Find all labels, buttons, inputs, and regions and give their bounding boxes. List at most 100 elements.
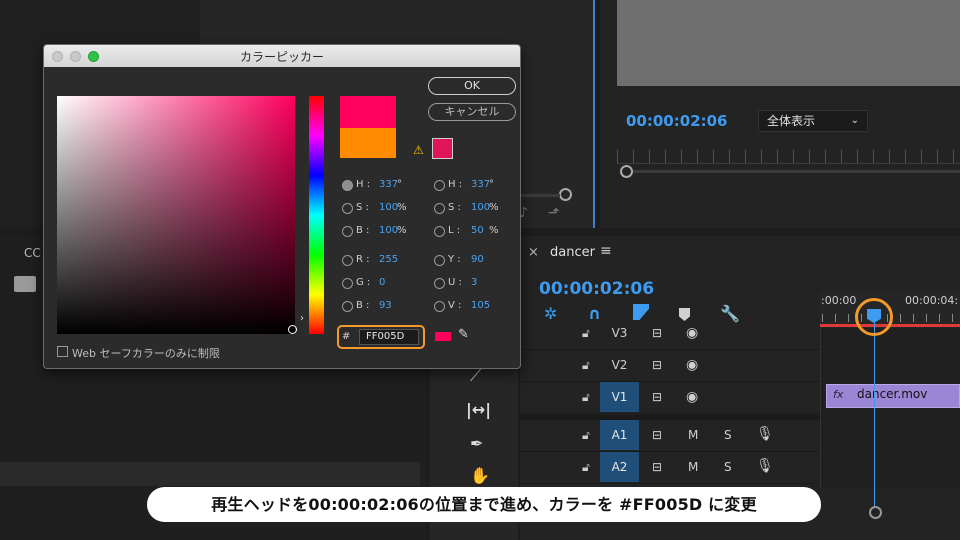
field-hsb-b[interactable]: 100 <box>379 225 398 236</box>
timeline-scroll-handle[interactable] <box>869 506 882 519</box>
project-list-row[interactable] <box>0 462 420 486</box>
program-playhead-handle[interactable] <box>620 165 633 178</box>
clip-name: dancer.mov <box>857 387 928 401</box>
lock-icon[interactable]: 🔓︎ <box>582 358 590 373</box>
track-content-area[interactable] <box>820 328 960 488</box>
track-label-v1[interactable]: V1 <box>600 382 639 412</box>
eye-icon[interactable]: ◉ <box>686 325 698 341</box>
track-label-v2[interactable]: V2 <box>600 350 639 380</box>
eye-icon[interactable]: ◉ <box>686 357 698 373</box>
radio-hsl-s[interactable] <box>434 203 445 214</box>
field-hsb-h[interactable]: 337 <box>379 179 398 190</box>
radio-rgb-r[interactable] <box>342 255 353 266</box>
track-v1[interactable]: 🔓︎ V1 ⊟ ◉ <box>520 382 820 414</box>
web-safe-label: Web セーフカラーのみに制限 <box>72 347 220 360</box>
radio-rgb-b[interactable] <box>342 301 353 312</box>
color-spectrum-field[interactable] <box>57 96 295 334</box>
web-safe-checkbox[interactable] <box>57 346 68 357</box>
source-zoom-handle[interactable] <box>559 188 572 201</box>
field-hsl-s[interactable]: 100 <box>471 202 490 213</box>
track-a1[interactable]: 🔓︎ A1 ⊟ M S 🎙︎ <box>520 420 820 452</box>
program-timecode[interactable]: 00:00:02:06 <box>626 112 728 130</box>
field-yuv-y[interactable]: 90 <box>471 254 484 265</box>
project-tab-label[interactable]: CC <box>24 246 41 260</box>
label-hsb-s: S : <box>356 202 369 213</box>
sync-lock-icon[interactable]: ⊟ <box>652 460 662 474</box>
timeline-menu-icon[interactable]: ≡ <box>600 243 612 259</box>
ok-button[interactable]: OK <box>428 77 516 95</box>
hex-input[interactable]: FF005D <box>359 329 419 345</box>
razor-tool-icon[interactable]: ⟋ <box>470 366 481 386</box>
sync-lock-icon[interactable]: ⊟ <box>652 428 662 442</box>
field-yuv-v[interactable]: 105 <box>471 300 490 311</box>
slip-tool-icon[interactable]: |↔| <box>466 400 491 419</box>
field-rgb-b[interactable]: 93 <box>379 300 392 311</box>
label-rgb-g: G : <box>356 277 371 288</box>
gamut-color-swatch[interactable] <box>432 138 453 159</box>
eyedropper-icon[interactable]: ✎ <box>458 327 469 342</box>
microphone-icon[interactable]: 🎙︎ <box>756 426 774 442</box>
hand-tool-icon[interactable]: ✋ <box>470 466 490 485</box>
radio-hsl-l[interactable] <box>434 226 445 237</box>
solo-button[interactable]: S <box>724 460 732 474</box>
field-rgb-g[interactable]: 0 <box>379 277 385 288</box>
instruction-caption: 再生ヘッドを00:00:02:06の位置まで進め、カラーを #FF005D に変… <box>147 487 821 522</box>
radio-yuv-v[interactable] <box>434 301 445 312</box>
program-ruler[interactable] <box>617 150 960 164</box>
track-label-a1[interactable]: A1 <box>600 420 639 450</box>
solo-button[interactable]: S <box>724 428 732 442</box>
lock-icon[interactable]: 🔓︎ <box>582 390 590 405</box>
spectrum-picker-marker[interactable] <box>288 325 297 334</box>
lock-icon[interactable]: 🔓︎ <box>582 326 590 341</box>
playhead-line <box>874 318 875 512</box>
film-icon[interactable] <box>14 276 36 292</box>
mute-button[interactable]: M <box>688 460 698 474</box>
field-rgb-r[interactable]: 255 <box>379 254 398 265</box>
clip-fx-badge[interactable]: fx <box>833 388 843 401</box>
clip-dancer-mov[interactable]: fx dancer.mov <box>826 384 960 408</box>
warning-icon[interactable]: ⚠ <box>413 143 424 157</box>
timeline-sequence-name[interactable]: dancer <box>550 245 595 260</box>
microphone-icon[interactable]: 🎙︎ <box>756 458 774 474</box>
radio-hsb-s[interactable] <box>342 203 353 214</box>
hex-prefix: # <box>342 331 351 342</box>
timeline-timecode[interactable]: 00:00:02:06 <box>539 279 654 299</box>
field-hsl-l[interactable]: 50 <box>471 225 484 236</box>
hue-slider[interactable] <box>309 96 324 334</box>
program-zoom-select[interactable]: 全体表示 ⌄ <box>758 110 868 132</box>
timeline-close-icon[interactable]: × <box>528 245 539 260</box>
lock-icon[interactable]: 🔓︎ <box>582 428 590 443</box>
sync-lock-icon[interactable]: ⊟ <box>652 326 662 340</box>
track-label-v3[interactable]: V3 <box>600 318 639 348</box>
mute-button[interactable]: M <box>688 428 698 442</box>
old-color-swatch[interactable] <box>340 128 396 158</box>
dialog-titlebar[interactable]: カラーピッカー <box>44 45 520 67</box>
track-v3[interactable]: 🔓︎ V3 ⊟ ◉ <box>520 318 820 350</box>
lock-icon[interactable]: 🔓︎ <box>582 460 590 475</box>
sync-lock-icon[interactable]: ⊟ <box>652 390 662 404</box>
track-v2[interactable]: 🔓︎ V2 ⊟ ◉ <box>520 350 820 382</box>
field-hsb-s[interactable]: 100 <box>379 202 398 213</box>
radio-hsl-h[interactable] <box>434 180 445 191</box>
eye-icon[interactable]: ◉ <box>686 389 698 405</box>
unit-hsl-l: % <box>489 225 499 236</box>
chevron-down-icon: ⌄ <box>850 115 859 126</box>
field-hsl-h[interactable]: 337 <box>471 179 490 190</box>
track-a2[interactable]: 🔓︎ A2 ⊟ M S 🎙︎ <box>520 452 820 484</box>
hue-slider-arrow[interactable]: › <box>300 313 304 324</box>
radio-yuv-y[interactable] <box>434 255 445 266</box>
label-yuv-y: Y : <box>448 254 461 265</box>
field-yuv-u[interactable]: 3 <box>471 277 477 288</box>
sync-lock-icon[interactable]: ⊟ <box>652 358 662 372</box>
label-yuv-v: V : <box>448 300 462 311</box>
radio-hsb-b[interactable] <box>342 226 353 237</box>
radio-hsb-h[interactable] <box>342 180 353 191</box>
radio-rgb-g[interactable] <box>342 278 353 289</box>
label-rgb-b: B : <box>356 300 370 311</box>
track-label-a2[interactable]: A2 <box>600 452 639 482</box>
cancel-button[interactable]: キャンセル <box>428 103 516 121</box>
export-frame-icon[interactable]: ⬏ <box>548 205 560 221</box>
radio-yuv-u[interactable] <box>434 278 445 289</box>
label-rgb-r: R : <box>356 254 370 265</box>
pen-tool-icon[interactable]: ✒ <box>470 434 483 453</box>
